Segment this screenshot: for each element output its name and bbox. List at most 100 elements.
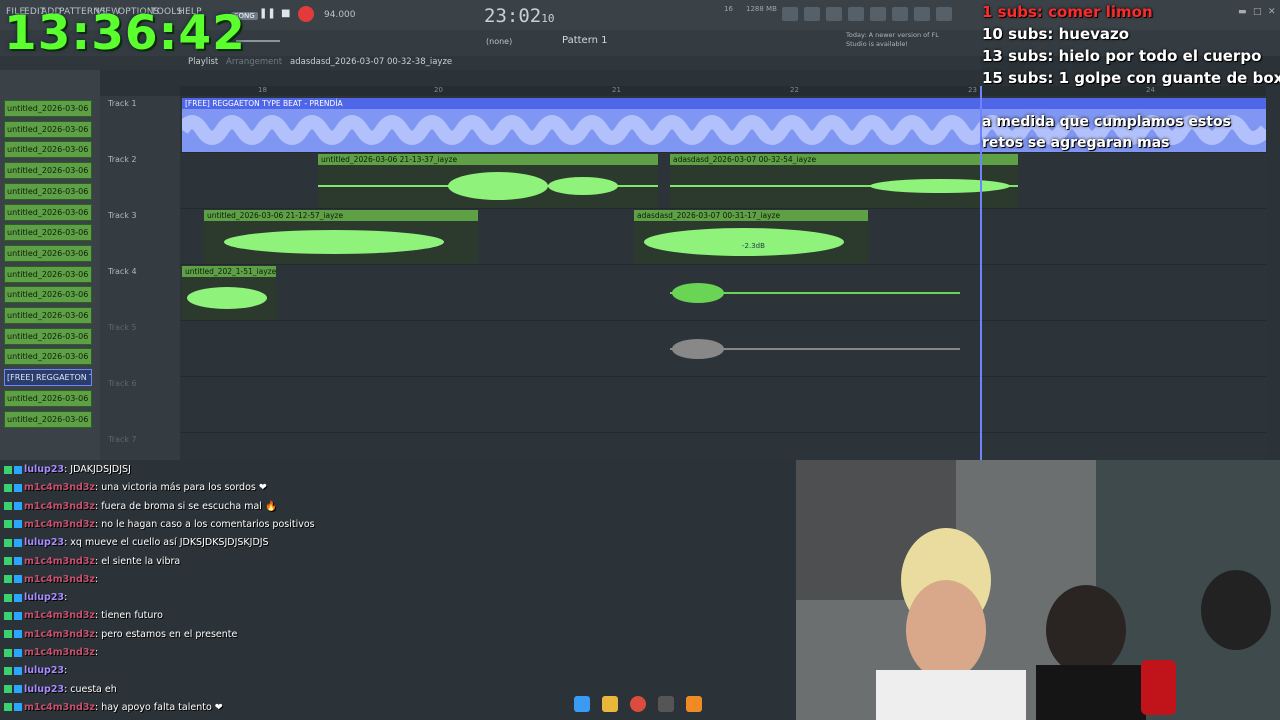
badge-icon: [14, 611, 22, 620]
track-lane[interactable]: [180, 376, 1266, 433]
sub-goal: 13 subs: hielo por todo el cuerpo: [982, 47, 1262, 65]
download-icon[interactable]: [936, 7, 952, 21]
audio-clip[interactable]: untitled_2026-03-06 21-12-57_iayze: [204, 210, 478, 264]
song-position: 23:0210: [484, 5, 555, 27]
chat-username[interactable]: m1c4m3nd3z: [24, 482, 95, 493]
pattern-item[interactable]: untitled_2026-03-06 20-: [4, 162, 92, 180]
ruler-mark: 20: [434, 86, 443, 94]
track-5-label[interactable]: Track 5: [108, 323, 137, 332]
chrome-icon[interactable]: [630, 696, 646, 712]
badge-icon: [4, 648, 12, 657]
pattern-item[interactable]: untitled_2026-03-06 20-: [4, 389, 92, 407]
chat-username[interactable]: m1c4m3nd3z: [24, 610, 95, 621]
track-6-label[interactable]: Track 6: [108, 379, 137, 388]
pattern-item[interactable]: untitled_2026-03-06 20-: [4, 286, 92, 304]
badge-icon: [14, 630, 22, 639]
badge-icon: [14, 465, 22, 474]
chat-username[interactable]: m1c4m3nd3z: [24, 556, 95, 567]
file-explorer-icon[interactable]: [602, 696, 618, 712]
pattern-item[interactable]: untitled_2026-03-06 20-: [4, 120, 92, 138]
save-icon[interactable]: [870, 7, 886, 21]
chat-message: m1c4m3nd3z: el siente la vibra: [4, 556, 180, 567]
audio-clip[interactable]: adasdasd_2026-03-07 00-31-17_iayze -2.3d…: [634, 210, 868, 264]
badge-icon: [4, 703, 12, 712]
webcam-image: [796, 460, 1280, 720]
pattern-item[interactable]: [FREE] REGGAETON T...: [4, 369, 92, 387]
preset-select[interactable]: (none): [486, 37, 512, 46]
pattern-item[interactable]: untitled_2026-03-06 20-: [4, 141, 92, 159]
chat-username[interactable]: m1c4m3nd3z: [24, 574, 95, 585]
chat-text: una victoria más para los sordos ❤: [101, 482, 267, 494]
chat-message: lulup23: xq mueve el cuello así JDKSJDKS…: [4, 537, 269, 548]
track-2-label[interactable]: Track 2: [108, 155, 137, 164]
chat-text: fuera de broma si se escucha mal 🔥: [101, 500, 277, 512]
clip-title: adasdasd_2026-03-07 00-31-17_iayze: [634, 210, 868, 221]
chat-text: JDAKJDSJDJSJ: [70, 464, 131, 475]
pattern-item[interactable]: untitled_2026-03-06 20-: [4, 224, 92, 242]
track-3-label[interactable]: Track 3: [108, 211, 137, 220]
audio-clip[interactable]: untitled_202_1-51_iayze: [182, 266, 276, 320]
chat-message: lulup23: JDAKJDSJDJSJ: [4, 464, 131, 475]
mic-icon[interactable]: [804, 7, 820, 21]
pause-icon[interactable]: ❚❚: [259, 8, 276, 19]
gain-readout: -2.3dB: [742, 242, 765, 250]
track-7-label[interactable]: Track 7: [108, 435, 137, 444]
challenge-note: a medida que cumplamos estos retos se ag…: [982, 114, 1231, 151]
cut-icon[interactable]: [826, 7, 842, 21]
record-button[interactable]: [298, 6, 314, 22]
chat-message: m1c4m3nd3z: pero estamos en el presente: [4, 629, 237, 640]
pattern-item[interactable]: untitled_2026-03-06 20-: [4, 203, 92, 221]
badge-icon: [14, 648, 22, 657]
badge-icon: [14, 538, 22, 547]
chat-message: m1c4m3nd3z: fuera de broma si se escucha…: [4, 501, 277, 512]
export-icon[interactable]: [892, 7, 908, 21]
fl-studio-icon[interactable]: [686, 696, 702, 712]
chat-username[interactable]: lulup23: [24, 537, 64, 548]
pattern-item[interactable]: untitled_2026-03-06 20-: [4, 244, 92, 262]
badge-icon: [14, 593, 22, 602]
badge-icon: [4, 557, 12, 565]
pattern-selector[interactable]: Pattern 1: [562, 35, 608, 46]
badge-icon: [14, 483, 22, 492]
chat-username[interactable]: lulup23: [24, 684, 64, 695]
clip-title: [FREE] REGGAETON TYPE BEAT - PRENDÍA: [182, 98, 1266, 109]
chat-username[interactable]: m1c4m3nd3z: [24, 629, 95, 640]
ruler-mark: 23: [968, 86, 977, 94]
track-4-label[interactable]: Track 4: [108, 267, 137, 276]
badge-icon: [4, 593, 12, 602]
playlist-subtitle: Arrangement: [226, 57, 283, 67]
clip-title: untitled_2026-03-06 21-13-37_iayze: [318, 154, 658, 165]
help-icon[interactable]: [848, 7, 864, 21]
chat-username[interactable]: m1c4m3nd3z: [24, 501, 95, 512]
obs-icon[interactable]: [658, 696, 674, 712]
stop-icon[interactable]: ■: [281, 8, 290, 19]
chat-username[interactable]: m1c4m3nd3z: [24, 647, 95, 658]
pattern-item[interactable]: untitled_2026-03-06 20-: [4, 182, 92, 200]
audio-clip[interactable]: untitled_2026-03-06 21-13-37_iayze: [318, 154, 658, 208]
ruler-mark: 21: [612, 86, 621, 94]
pattern-item[interactable]: untitled_2026-03-06 20-: [4, 307, 92, 324]
memory-readout: 1288 MB: [746, 5, 777, 13]
chat-username[interactable]: lulup23: [24, 665, 64, 676]
track-1-label[interactable]: Track 1: [108, 99, 137, 108]
pattern-item[interactable]: untitled_2026-03-06 20-: [4, 265, 92, 283]
badge-icon: [4, 630, 12, 639]
chat-username[interactable]: m1c4m3nd3z: [24, 702, 95, 713]
tempo-display[interactable]: 94.000: [324, 10, 356, 20]
chat-icon[interactable]: [914, 7, 930, 21]
audio-clip[interactable]: adasdasd_2026-03-07 00-32-54_iayze: [670, 154, 1018, 208]
chat-username[interactable]: lulup23: [24, 464, 64, 475]
chat-username[interactable]: m1c4m3nd3z: [24, 519, 95, 530]
cycle-icon[interactable]: [782, 7, 798, 21]
chat-username[interactable]: lulup23: [24, 592, 64, 603]
pattern-item[interactable]: untitled_2026-03-06 20-: [4, 327, 92, 345]
pattern-item[interactable]: untitled_2026-03-06 20-: [4, 100, 92, 117]
pattern-item[interactable]: untitled_2026-03-06 20-: [4, 410, 92, 428]
windows-start-icon[interactable]: [574, 696, 590, 712]
chat-message: m1c4m3nd3z: no le hagan caso a los comen…: [4, 519, 315, 530]
chat-message: m1c4m3nd3z:: [4, 574, 98, 585]
badge-icon: [4, 502, 12, 511]
update-notice[interactable]: Today: A newer version of FL Studio is a…: [846, 31, 946, 49]
pattern-item[interactable]: untitled_2026-03-06 20-: [4, 348, 92, 366]
ruler-mark: 18: [258, 86, 267, 94]
